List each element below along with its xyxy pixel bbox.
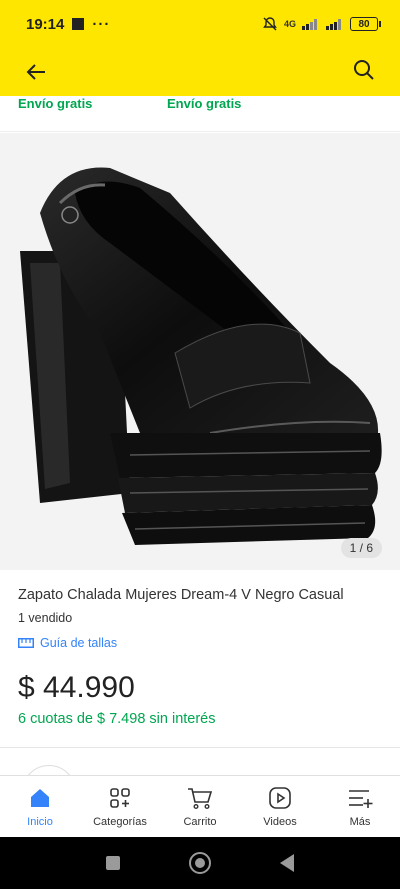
product-image-gallery[interactable]: 1 / 6	[0, 133, 400, 570]
arrow-left-icon	[26, 64, 45, 80]
recents-button[interactable]	[106, 856, 120, 870]
mute-icon	[263, 17, 277, 31]
more-notifications-icon: ···	[92, 15, 111, 33]
signal-icon	[302, 19, 317, 30]
tab-carrito[interactable]: Carrito	[160, 776, 240, 837]
app-bar	[0, 48, 400, 96]
product-price: $ 44.990	[18, 671, 135, 704]
tab-label: Categorías	[93, 816, 147, 828]
tab-label: Más	[349, 816, 371, 828]
tab-label: Inicio	[27, 816, 53, 828]
home-dot-icon	[195, 858, 205, 868]
network-type: 4G	[283, 19, 296, 29]
back-button[interactable]	[22, 58, 50, 86]
home-icon	[27, 785, 53, 811]
sold-count: 1 vendido	[18, 611, 73, 625]
tab-label: Videos	[263, 816, 297, 828]
tab-mas[interactable]: Más	[320, 776, 400, 837]
shoe-image	[20, 167, 382, 545]
home-button[interactable]	[189, 852, 211, 874]
bottom-tab-bar: Inicio Categorías Carrito Videos Más	[0, 775, 400, 837]
system-back-button[interactable]	[280, 854, 294, 872]
shipping-carousel: Envío gratis Envío gratis	[0, 96, 400, 132]
status-right: 4G 80	[262, 16, 381, 32]
notification-icon	[72, 18, 85, 30]
size-guide-label: Guía de tallas	[40, 636, 118, 650]
free-shipping-label: Envío gratis	[167, 96, 242, 111]
signal-2-icon	[326, 19, 341, 30]
tab-categorias[interactable]: Categorías	[80, 776, 160, 837]
cart-icon	[187, 785, 213, 811]
tab-inicio[interactable]: Inicio	[0, 776, 80, 837]
search-button[interactable]	[350, 56, 378, 84]
ruler-icon	[18, 638, 34, 648]
installments-text: 6 cuotas de $ 7.498 sin interés	[18, 711, 216, 727]
divider	[0, 747, 400, 748]
system-nav-bar	[0, 837, 400, 889]
tab-videos[interactable]: Videos	[240, 776, 320, 837]
size-guide-link[interactable]: Guía de tallas	[18, 636, 117, 650]
more-icon	[347, 785, 373, 811]
categories-icon	[107, 785, 133, 811]
status-bar: 19:14 ··· 4G 80	[0, 0, 400, 48]
videos-icon	[267, 785, 293, 811]
tab-label: Carrito	[183, 816, 217, 828]
free-shipping-label: Envío gratis	[18, 96, 93, 111]
image-counter: 1 / 6	[340, 538, 382, 558]
search-icon	[354, 60, 374, 80]
battery-icon: 80	[350, 17, 381, 31]
product-title: Zapato Chalada Mujeres Dream-4 V Negro C…	[18, 587, 344, 603]
status-time: 19:14	[26, 15, 65, 33]
